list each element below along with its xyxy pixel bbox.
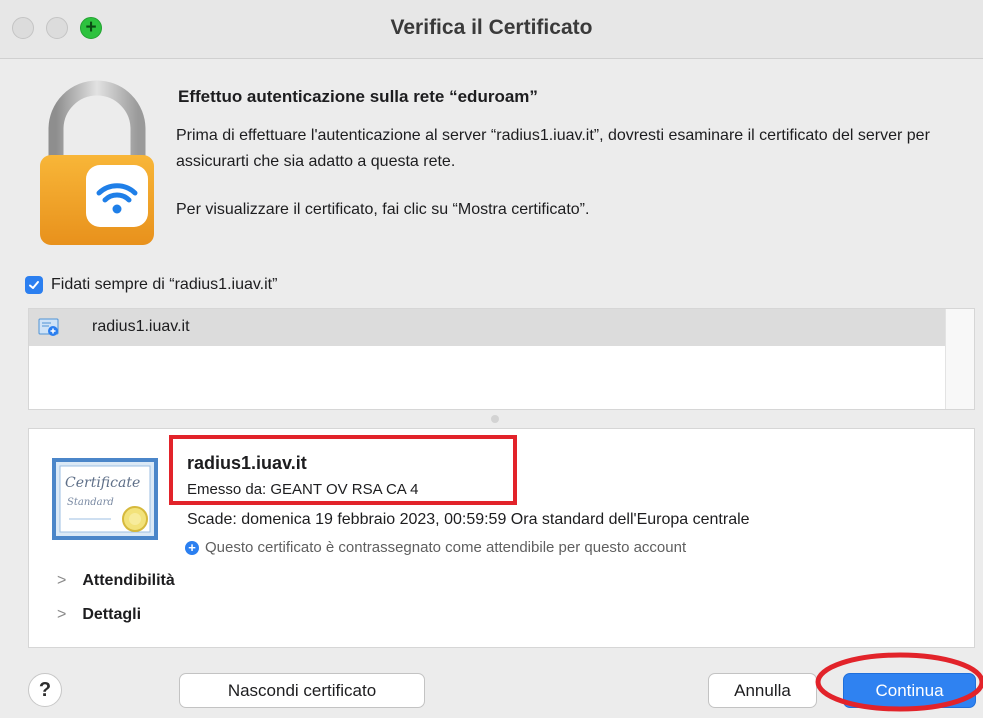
annotation-highlight-oval xyxy=(815,652,983,712)
disclosure-details[interactable]: > Dettagli xyxy=(57,606,141,624)
checkbox-checked-icon[interactable] xyxy=(25,276,43,294)
plus-circle-icon: + xyxy=(185,540,199,555)
title-bar: + Verifica il Certificato xyxy=(0,0,983,59)
certificate-trust-status: + Questo certificato è contrassegnato co… xyxy=(185,539,686,556)
dialog-instruction: Per visualizzare il certificato, fai cli… xyxy=(176,201,590,218)
disclosure-details-label: Dettagli xyxy=(82,606,142,623)
list-scrollbar[interactable] xyxy=(945,309,974,409)
split-view-handle[interactable] xyxy=(491,415,499,423)
chevron-right-icon: > xyxy=(57,572,67,589)
cancel-button[interactable]: Annulla xyxy=(708,673,817,708)
trust-always-checkbox[interactable]: Fidati sempre di “radius1.iuav.it” xyxy=(25,274,277,296)
certificate-trust-status-text: Questo certificato è contrassegnato come… xyxy=(205,539,687,556)
svg-text:Standard: Standard xyxy=(67,497,114,508)
chevron-right-icon: > xyxy=(57,606,67,623)
dialog-heading: Effettuo autenticazione sulla rete “edur… xyxy=(178,87,538,106)
disclosure-trust-label: Attendibilità xyxy=(82,572,175,589)
svg-text:Certificate: Certificate xyxy=(65,475,140,491)
certificate-list-item[interactable]: radius1.iuav.it xyxy=(29,309,947,346)
certificate-icon xyxy=(38,318,59,336)
certificate-detail-panel: Certificate Standard radius1.iuav.it Eme… xyxy=(28,428,975,648)
certificate-list-item-label: radius1.iuav.it xyxy=(92,318,190,335)
wifi-lock-icon xyxy=(40,80,154,245)
help-button[interactable]: ? xyxy=(28,673,62,707)
dialog-header: Effettuo autenticazione sulla rete “edur… xyxy=(0,59,983,259)
window-title: Verifica il Certificato xyxy=(390,16,593,39)
trust-always-label: Fidati sempre di “radius1.iuav.it” xyxy=(51,276,278,293)
certificate-standard-icon: Certificate Standard xyxy=(52,458,158,540)
certificate-list[interactable]: radius1.iuav.it xyxy=(28,308,975,410)
annotation-highlight-box xyxy=(169,435,517,505)
disclosure-trust[interactable]: > Attendibilità xyxy=(57,572,175,590)
certificate-expiry: Scade: domenica 19 febbraio 2023, 00:59:… xyxy=(187,511,750,528)
dialog-description: Prima di effettuare l'autenticazione al … xyxy=(176,127,930,170)
hide-certificate-button[interactable]: Nascondi certificato xyxy=(179,673,425,708)
